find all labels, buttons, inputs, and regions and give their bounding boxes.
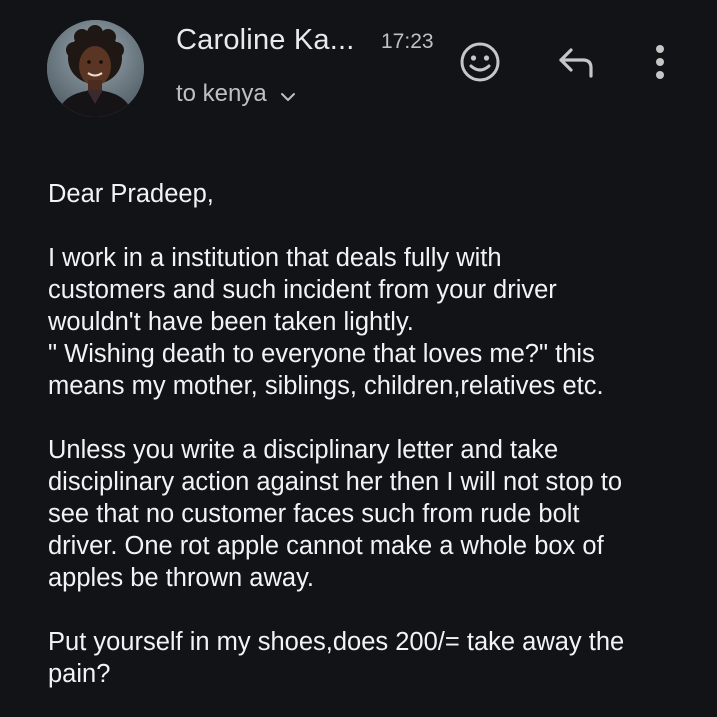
paragraph-2: Unless you write a disciplinary letter a… [48,434,708,594]
recipient-details-toggle[interactable]: to kenya [176,80,297,108]
greeting: Dear Pradeep, [48,178,708,210]
more-vertical-icon [656,45,664,79]
text-line: disciplinary action against her then I w… [48,468,623,496]
reply-icon [559,48,593,78]
text-line: means my mother, siblings, children,rela… [48,372,604,400]
paragraph-3: Put yourself in my shoes,does 200/= take… [48,626,708,690]
recipient-label: to kenya [176,80,267,107]
email-header: Caroline Ka... 17:23 to kenya [0,0,717,140]
text-line: Unless you write a disciplinary letter a… [48,436,559,464]
text-line: see that no customer faces such from rud… [48,500,580,528]
avatar-photo [47,20,144,117]
message-time: 17:23 [381,30,434,53]
add-reaction-button[interactable] [456,38,504,86]
text-line: wouldn't have been taken lightly. [48,308,414,336]
more-options-button[interactable] [640,38,680,86]
text-line: driver. One rot apple cannot make a whol… [48,532,604,560]
text-line: Put yourself in my shoes,does 200/= take… [48,628,625,656]
avatar[interactable] [47,20,144,117]
text-line: pain? [48,660,111,688]
greeting-line: Dear Pradeep, [48,180,214,208]
reply-button[interactable] [550,38,604,86]
text-line: customers and such incident from your dr… [48,276,557,304]
text-line: " Wishing death to everyone that loves m… [48,340,595,368]
add-reaction-icon [460,42,500,82]
text-line: I work in a institution that deals fully… [48,244,502,272]
chevron-down-icon [279,85,297,103]
sender-name[interactable]: Caroline Ka... [176,24,355,57]
paragraph-1: I work in a institution that deals fully… [48,242,708,402]
email-view: Caroline Ka... 17:23 to kenya Dear Prade… [0,0,717,717]
text-line: apples be thrown away. [48,564,315,592]
message-body: Dear Pradeep, I work in a institution th… [48,178,708,717]
